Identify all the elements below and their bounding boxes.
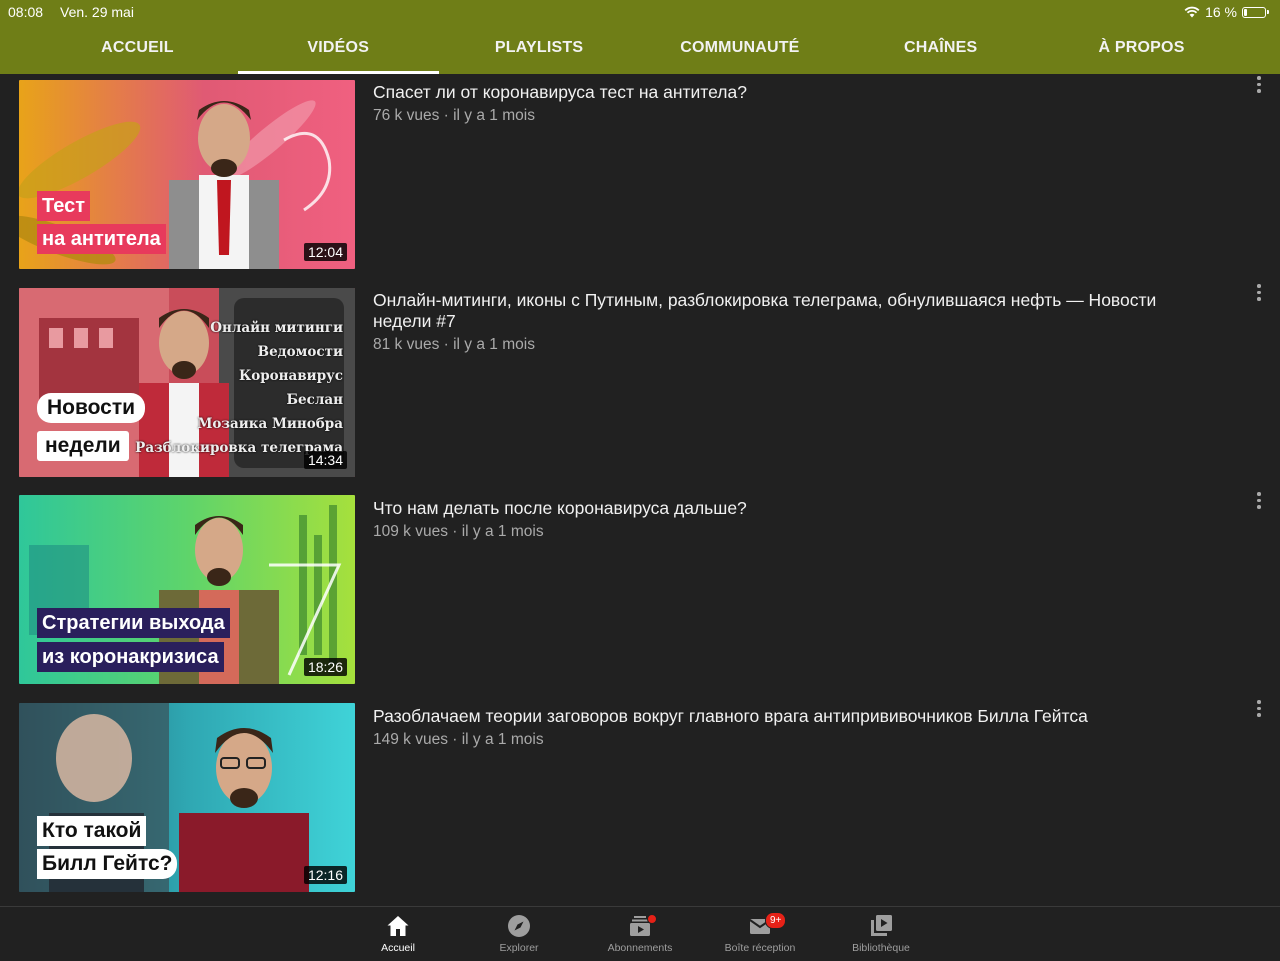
video-duration: 14:34	[303, 451, 347, 469]
wifi-icon	[1184, 6, 1200, 18]
battery-icon	[1242, 6, 1269, 18]
nav-label: Abonnements	[607, 942, 673, 954]
inbox-badge: 9+	[765, 912, 787, 929]
tab-communaute[interactable]: COMMUNAUTÉ	[639, 26, 840, 74]
thumbnail-caption-line-2: недели	[37, 431, 129, 461]
thumbnail-topic: Коронавирус	[238, 368, 343, 384]
status-time: 08:08	[8, 4, 44, 20]
thumbnail-caption-line-2: Билл Гейтс?	[37, 849, 178, 879]
thumbnail-caption-line-2: на антитела	[37, 224, 166, 254]
thumbnail-topics: Онлайн митинги Ведомости Коронавирус Бес…	[135, 316, 343, 460]
tab-chaines[interactable]: CHAÎNES	[840, 26, 1041, 74]
video-thumbnail[interactable]: Тест на антитела 12:04	[19, 80, 355, 269]
video-thumbnail[interactable]: Кто такой Билл Гейтс? 12:16	[19, 703, 355, 892]
thumbnail-caption-line-2: из коронакризиса	[37, 642, 224, 672]
nav-label: Accueil	[381, 942, 415, 954]
video-title[interactable]: Что нам делать после коронавируса дальше…	[373, 498, 1213, 519]
more-options-icon[interactable]	[1251, 700, 1267, 720]
video-duration: 12:04	[303, 243, 347, 261]
video-list: Тест на антитела 12:04 Спасет ли от коро…	[0, 74, 1280, 906]
video-title[interactable]: Разоблачаем теории заговоров вокруг глав…	[373, 706, 1213, 727]
nav-home[interactable]: Accueil	[343, 907, 453, 961]
video-title[interactable]: Спасет ли от коронавируса тест на антите…	[373, 82, 1213, 103]
tab-a-propos[interactable]: À PROPOS	[1041, 26, 1242, 74]
video-item[interactable]: Онлайн митинги Ведомости Коронавирус Бес…	[0, 282, 1280, 477]
tab-playlists[interactable]: PLAYLISTS	[439, 26, 640, 74]
thumbnail-caption-line-1: Тест	[37, 191, 90, 221]
tab-videos[interactable]: VIDÉOS	[237, 26, 439, 74]
more-options-icon[interactable]	[1251, 284, 1267, 304]
more-options-icon[interactable]	[1251, 492, 1267, 512]
video-thumbnail[interactable]: Онлайн митинги Ведомости Коронавирус Бес…	[19, 288, 355, 477]
library-icon	[871, 915, 892, 936]
video-meta: 81 k vues · il y a 1 mois	[373, 336, 535, 353]
more-options-icon[interactable]	[1251, 76, 1267, 96]
notification-dot	[647, 914, 657, 924]
status-right: 16 %	[1184, 4, 1269, 20]
thumbnail-caption-line-1: Кто такой	[37, 816, 147, 846]
nav-library[interactable]: Bibliothèque	[826, 907, 936, 961]
video-duration: 12:16	[303, 866, 347, 884]
tab-accueil[interactable]: ACCUEIL	[37, 26, 238, 74]
battery-percent: 16 %	[1205, 4, 1237, 20]
compass-icon	[508, 915, 530, 937]
video-thumbnail[interactable]: Стратегии выхода из коронакризиса 18:26	[19, 495, 355, 684]
channel-tabs: ACCUEIL VIDÉOS PLAYLISTS COMMUNAUTÉ CHAÎ…	[37, 26, 1242, 74]
video-title[interactable]: Онлайн-митинги, иконы с Путиным, разблок…	[373, 290, 1213, 332]
nav-inbox[interactable]: 9+ Boîte réception	[705, 907, 815, 961]
status-bar: 08:08 Ven. 29 mai 16 %	[0, 0, 1280, 24]
nav-label: Bibliothèque	[852, 942, 910, 954]
thumbnail-caption-line-1: Новости	[37, 393, 146, 423]
nav-explore[interactable]: Explorer	[464, 907, 574, 961]
video-meta: 149 k vues · il y a 1 mois	[373, 731, 544, 748]
thumbnail-topic: Беслан	[286, 392, 344, 408]
status-date: Ven. 29 mai	[60, 4, 134, 20]
nav-subscriptions[interactable]: Abonnements	[585, 907, 695, 961]
nav-label: Explorer	[499, 942, 539, 954]
nav-label: Boîte réception	[724, 942, 796, 954]
app-header: 08:08 Ven. 29 mai 16 % ACCUEIL VIDÉOS PL…	[0, 0, 1280, 74]
battery-level	[1244, 8, 1247, 16]
bottom-navigation: Accueil Explorer Abonnements 9+ Boîte ré…	[0, 906, 1280, 960]
video-meta: 76 k vues · il y a 1 mois	[373, 107, 535, 124]
video-item[interactable]: Стратегии выхода из коронакризиса 18:26 …	[0, 490, 1280, 684]
thumbnail-topic: Ведомости	[257, 344, 343, 360]
video-meta: 109 k vues · il y a 1 mois	[373, 523, 544, 540]
video-item[interactable]: Кто такой Билл Гейтс? 12:16 Разоблачаем …	[0, 698, 1280, 892]
video-duration: 18:26	[303, 658, 347, 676]
home-icon	[387, 916, 409, 936]
thumbnail-caption-line-1: Стратегии выхода	[37, 608, 230, 638]
thumbnail-topic: Онлайн митинги	[210, 320, 343, 336]
thumbnail-topic: Мозаика Минобра	[197, 416, 343, 432]
video-item[interactable]: Тест на антитела 12:04 Спасет ли от коро…	[0, 74, 1280, 269]
